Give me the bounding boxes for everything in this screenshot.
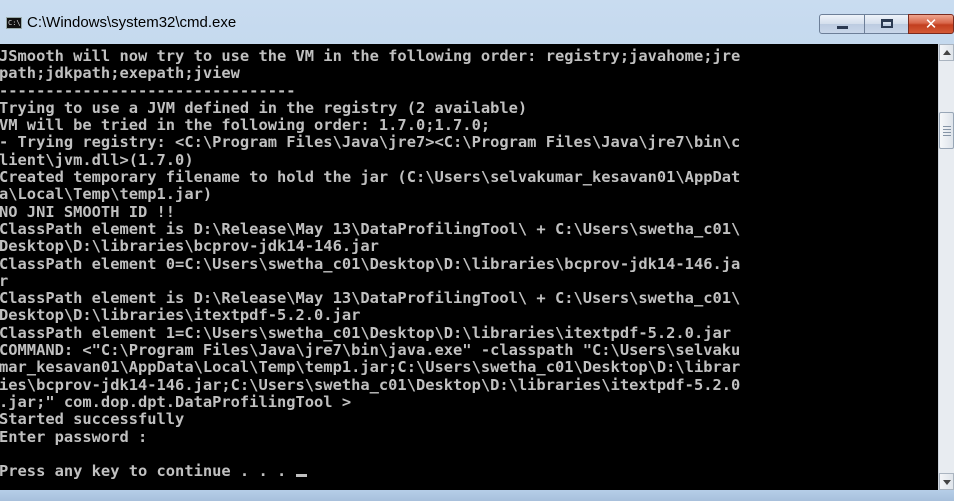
window-title: C:\Windows\system32\cmd.exe — [27, 14, 237, 31]
title-bar[interactable]: C:\ C:\Windows\system32\cmd.exe ✕ — [0, 0, 954, 44]
scroll-down-arrow-icon — [943, 480, 951, 485]
vertical-scrollbar[interactable] — [938, 44, 954, 490]
close-button[interactable]: ✕ — [908, 14, 954, 34]
console-text-content: JSmooth will now try to use the VM in th… — [0, 47, 741, 481]
grip-line — [943, 132, 951, 133]
maximize-icon — [881, 19, 893, 28]
console-window: C:\ C:\Windows\system32\cmd.exe ✕ JSmoot… — [0, 0, 954, 501]
cmd-icon[interactable]: C:\ — [6, 17, 22, 29]
close-icon: ✕ — [924, 15, 938, 33]
console-output-area[interactable]: JSmooth will now try to use the VM in th… — [0, 44, 938, 490]
scrollbar-thumb[interactable] — [939, 112, 954, 149]
scroll-down-button[interactable] — [939, 473, 954, 490]
text-cursor — [295, 474, 307, 478]
minimize-button[interactable] — [819, 14, 865, 34]
window-bottom-frame — [0, 490, 954, 501]
grip-line — [943, 129, 951, 130]
grip-line — [943, 126, 951, 127]
cmd-icon-text: C:\ — [8, 19, 21, 27]
console-text: JSmooth will now try to use the VM in th… — [0, 47, 741, 481]
minimize-icon — [837, 26, 848, 29]
scroll-up-arrow-icon — [943, 50, 951, 55]
maximize-button[interactable] — [864, 14, 909, 34]
scroll-up-button[interactable] — [939, 44, 954, 61]
grip-line — [943, 135, 951, 136]
